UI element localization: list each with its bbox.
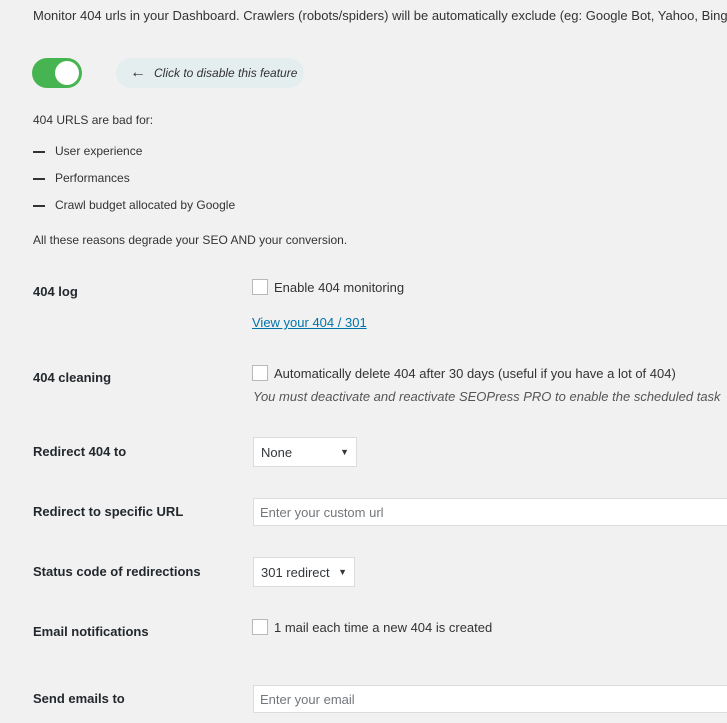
arrow-left-icon: ← (130, 64, 146, 81)
bad-for-item: User experience (33, 144, 142, 158)
status-code-select-value: 301 redirect (261, 564, 330, 580)
dash-icon (33, 177, 45, 180)
redirect-label: Redirect 404 to (33, 444, 127, 459)
cleaning-note: You must deactivate and reactivate SEOPr… (253, 389, 721, 404)
email-notifications-label: Email notifications (33, 624, 149, 639)
status-code-label: Status code of redirections (33, 564, 201, 579)
bad-for-item: Performances (33, 171, 130, 185)
bad-for-item-text: Performances (55, 171, 130, 185)
email-notification-option[interactable]: 1 mail each time a new 404 is created (252, 619, 492, 635)
dash-icon (33, 150, 45, 153)
enable-404-monitoring-checkbox[interactable] (252, 279, 268, 295)
toggle-hint-text: Click to disable this feature (154, 66, 298, 80)
redirect-select-value: None (261, 444, 293, 460)
caret-down-icon: ▼ (340, 447, 349, 457)
bad-for-item-text: User experience (55, 144, 143, 158)
bad-for-item-text: Crawl budget allocated by Google (55, 198, 236, 212)
email-input[interactable]: Enter your email (253, 685, 727, 713)
bad-for-title: 404 URLS are bad for: (33, 113, 154, 127)
auto-delete-404-label: Automatically delete 404 after 30 days (… (274, 365, 676, 381)
specific-url-label: Redirect to specific URL (33, 504, 184, 519)
caret-down-icon: ▼ (338, 567, 347, 577)
enable-404-monitoring-label: Enable 404 monitoring (274, 279, 405, 295)
feature-toggle[interactable] (32, 58, 82, 88)
redirect-select[interactable]: None ▼ (253, 437, 357, 467)
conclusion-text: All these reasons degrade your SEO AND y… (33, 233, 348, 247)
log-label: 404 log (33, 284, 78, 299)
custom-url-input[interactable]: Enter your custom url (253, 498, 727, 526)
enable-404-monitoring[interactable]: Enable 404 monitoring (252, 279, 404, 295)
feature-description: Monitor 404 urls in your Dashboard. Craw… (33, 8, 727, 23)
dash-icon (33, 204, 45, 207)
send-to-label: Send emails to (33, 691, 125, 706)
auto-delete-404-checkbox[interactable] (252, 365, 268, 381)
email-input-placeholder: Enter your email (260, 691, 355, 707)
auto-delete-404[interactable]: Automatically delete 404 after 30 days (… (252, 365, 676, 381)
email-notification-option-label: 1 mail each time a new 404 is created (274, 619, 493, 635)
cleaning-label: 404 cleaning (33, 370, 112, 385)
toggle-knob (55, 61, 79, 85)
custom-url-placeholder: Enter your custom url (260, 504, 384, 520)
bad-for-item: Crawl budget allocated by Google (33, 198, 235, 212)
toggle-hint: ← Click to disable this feature (116, 58, 304, 88)
email-notification-checkbox[interactable] (252, 619, 268, 635)
status-code-select[interactable]: 301 redirect ▼ (253, 557, 355, 587)
view-404-link[interactable]: View your 404 / 301 (252, 315, 367, 330)
